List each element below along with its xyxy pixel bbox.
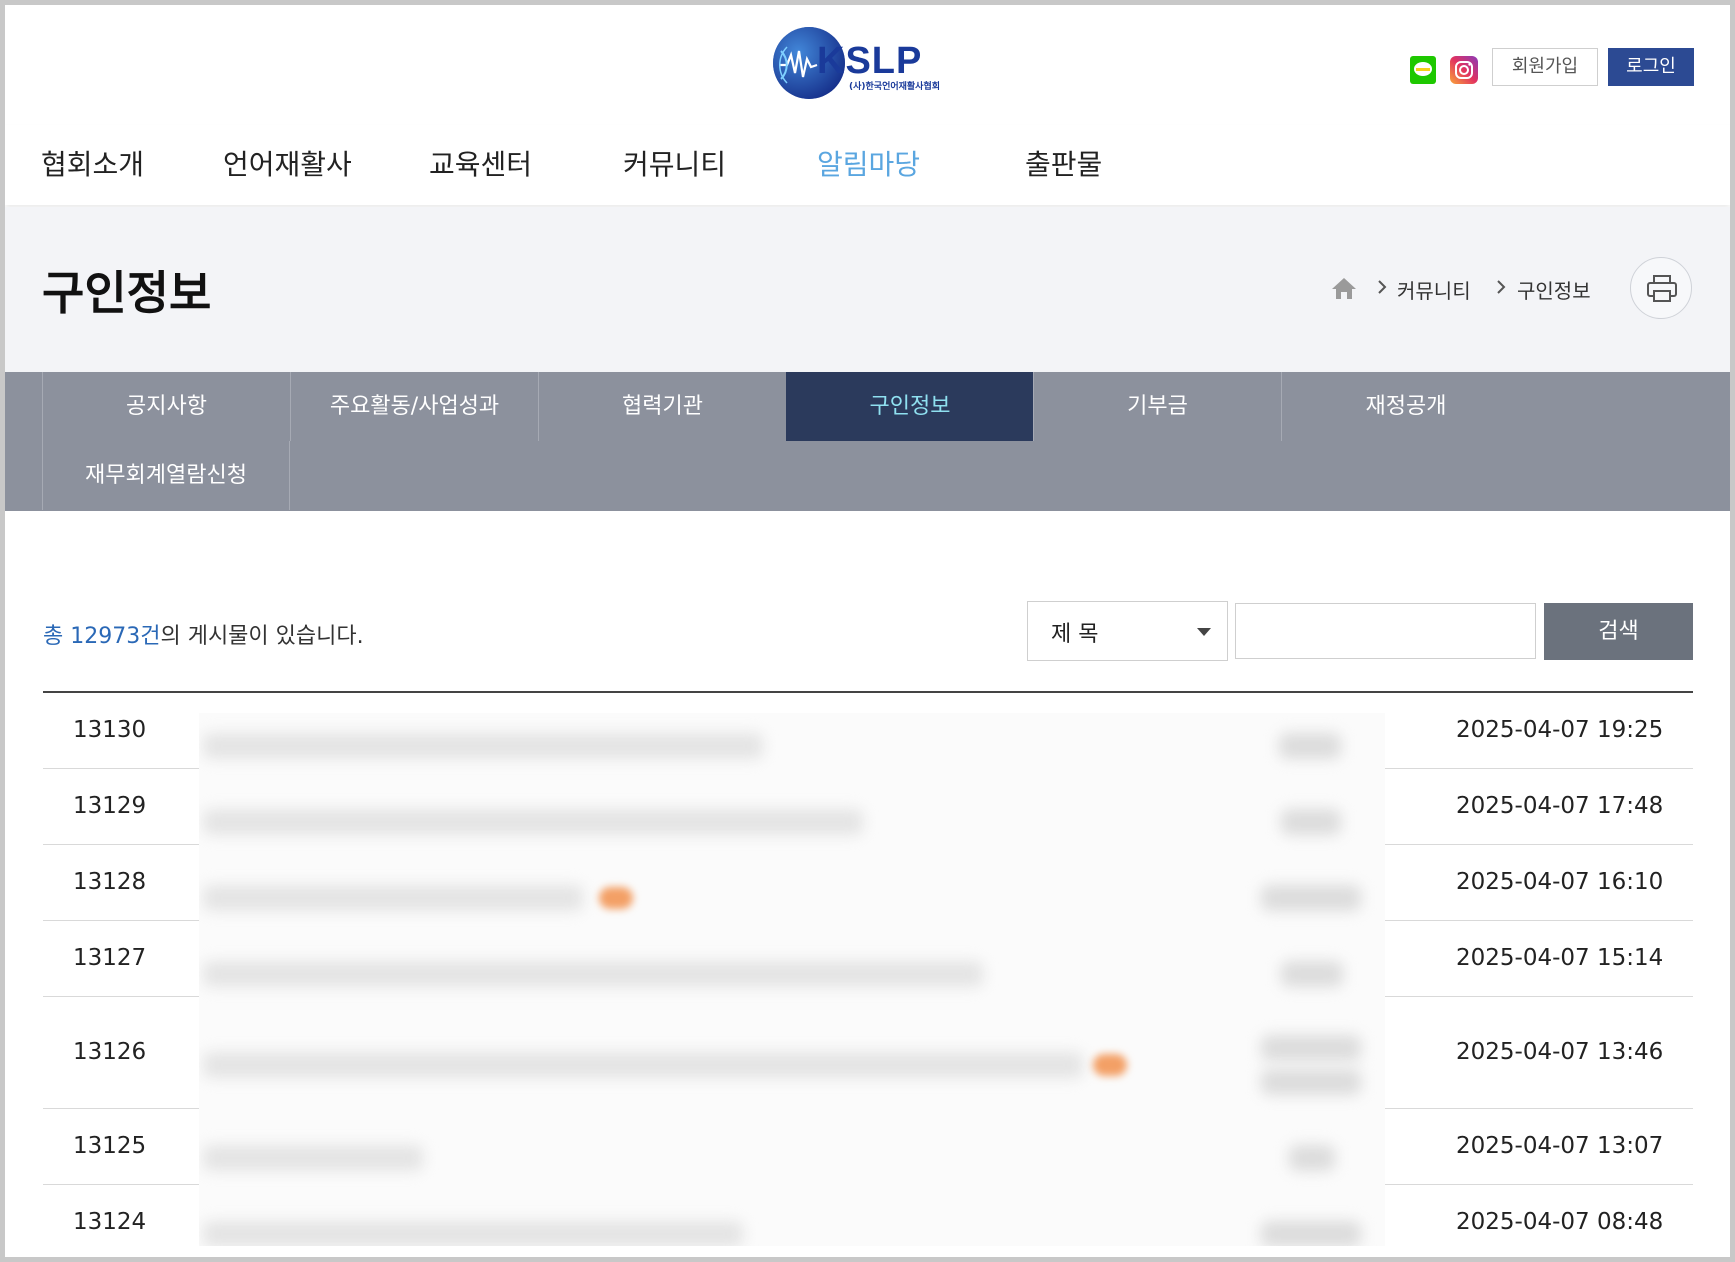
total-suffix: 의 게시물이 있습니다.: [160, 624, 364, 649]
print-button[interactable]: [1630, 257, 1692, 319]
redacted-author: [1289, 1145, 1335, 1171]
chevron-right-icon: [1374, 277, 1390, 297]
home-icon[interactable]: [1330, 275, 1358, 301]
row-date: 2025-04-07 19:25: [1456, 717, 1664, 743]
row-number: 13130: [73, 717, 147, 743]
row-date: 2025-04-07 17:48: [1456, 793, 1664, 819]
redacted-author: [1261, 1221, 1361, 1246]
kakao-icon[interactable]: [1410, 56, 1436, 84]
total-count: 12973건: [70, 624, 161, 649]
row-number: 13128: [73, 869, 147, 895]
redacted-title: [203, 885, 583, 911]
redacted-title: [203, 1145, 423, 1171]
logo-subtext: (사)한국언어재활사협회: [849, 80, 940, 92]
row-number: 13125: [73, 1133, 147, 1159]
redacted-author: [1261, 1069, 1361, 1095]
new-badge-icon: [599, 887, 633, 909]
row-number: 13129: [73, 793, 147, 819]
row-date: 2025-04-07 16:10: [1456, 869, 1664, 895]
gnb-item-education[interactable]: 교육센터: [429, 125, 532, 205]
redacted-titles-region: [199, 713, 1385, 1246]
site-header: KSLP (사)한국언어재활사협회 회원가입 로그인: [5, 5, 1730, 126]
caret-down-icon: [1197, 628, 1211, 636]
kslp-logo[interactable]: KSLP (사)한국언어재활사협회: [773, 21, 969, 101]
login-button[interactable]: 로그인: [1608, 48, 1694, 86]
redacted-author: [1279, 733, 1341, 759]
gnb-item-community[interactable]: 커뮤니티: [623, 125, 726, 205]
search-input[interactable]: [1235, 603, 1536, 659]
tab-finance-request[interactable]: 재무회계열람신청: [42, 441, 290, 510]
tab-job-info[interactable]: 구인정보: [786, 372, 1033, 441]
gnb-item-notice[interactable]: 알림마당: [817, 125, 920, 205]
main-navigation: 협회소개 언어재활사 교육센터 커뮤니티 알림마당 출판물: [5, 125, 1730, 205]
total-prefix: 총: [43, 624, 71, 649]
redacted-title: [203, 733, 763, 759]
row-number: 13126: [73, 1039, 147, 1065]
join-button[interactable]: 회원가입: [1492, 48, 1598, 86]
search-field-value: 제 목: [1051, 622, 1099, 647]
redacted-title: [203, 809, 863, 835]
gnb-item-slp[interactable]: 언어재활사: [223, 125, 352, 205]
sub-navigation: 공지사항 주요활동/사업성과 협력기관 구인정보 기부금 재정공개 재무회계열람…: [5, 372, 1730, 511]
breadcrumb-item-community[interactable]: 커뮤니티: [1397, 275, 1471, 304]
page-header-band: 구인정보 커뮤니티 구인정보: [5, 207, 1730, 372]
new-badge-icon: [1093, 1054, 1127, 1076]
row-number: 13127: [73, 945, 147, 971]
tab-partners[interactable]: 협력기관: [538, 372, 786, 441]
redacted-author: [1261, 885, 1361, 911]
row-date: 2025-04-07 13:46: [1456, 1039, 1664, 1065]
total-count-text: 총 12973건의 게시물이 있습니다.: [43, 618, 364, 650]
tab-activities[interactable]: 주요활동/사업성과: [290, 372, 538, 441]
tab-donation[interactable]: 기부금: [1033, 372, 1281, 441]
page-title: 구인정보: [42, 266, 212, 320]
printer-icon: [1647, 275, 1677, 302]
redacted-title: [203, 961, 983, 987]
redacted-author: [1281, 961, 1343, 987]
redacted-author: [1261, 1035, 1361, 1061]
row-date: 2025-04-07 13:07: [1456, 1133, 1664, 1159]
gnb-item-publications[interactable]: 출판물: [1025, 125, 1102, 205]
gnb-item-about[interactable]: 협회소개: [41, 125, 144, 205]
redacted-title: [203, 1052, 1083, 1078]
logo-text: KSLP: [817, 40, 922, 82]
chevron-right-icon: [1493, 277, 1509, 297]
row-date: 2025-04-07 15:14: [1456, 945, 1664, 971]
instagram-icon[interactable]: [1450, 56, 1478, 84]
row-number: 13124: [73, 1209, 147, 1235]
search-button[interactable]: 검색: [1544, 603, 1693, 660]
row-date: 2025-04-07 08:48: [1456, 1209, 1664, 1235]
tab-finance-disclosure[interactable]: 재정공개: [1281, 372, 1530, 441]
breadcrumb-item-current[interactable]: 구인정보: [1517, 275, 1591, 304]
redacted-author: [1281, 809, 1341, 835]
redacted-title: [203, 1221, 743, 1246]
search-field-select[interactable]: 제 목: [1027, 601, 1228, 661]
tab-notice[interactable]: 공지사항: [42, 372, 290, 441]
